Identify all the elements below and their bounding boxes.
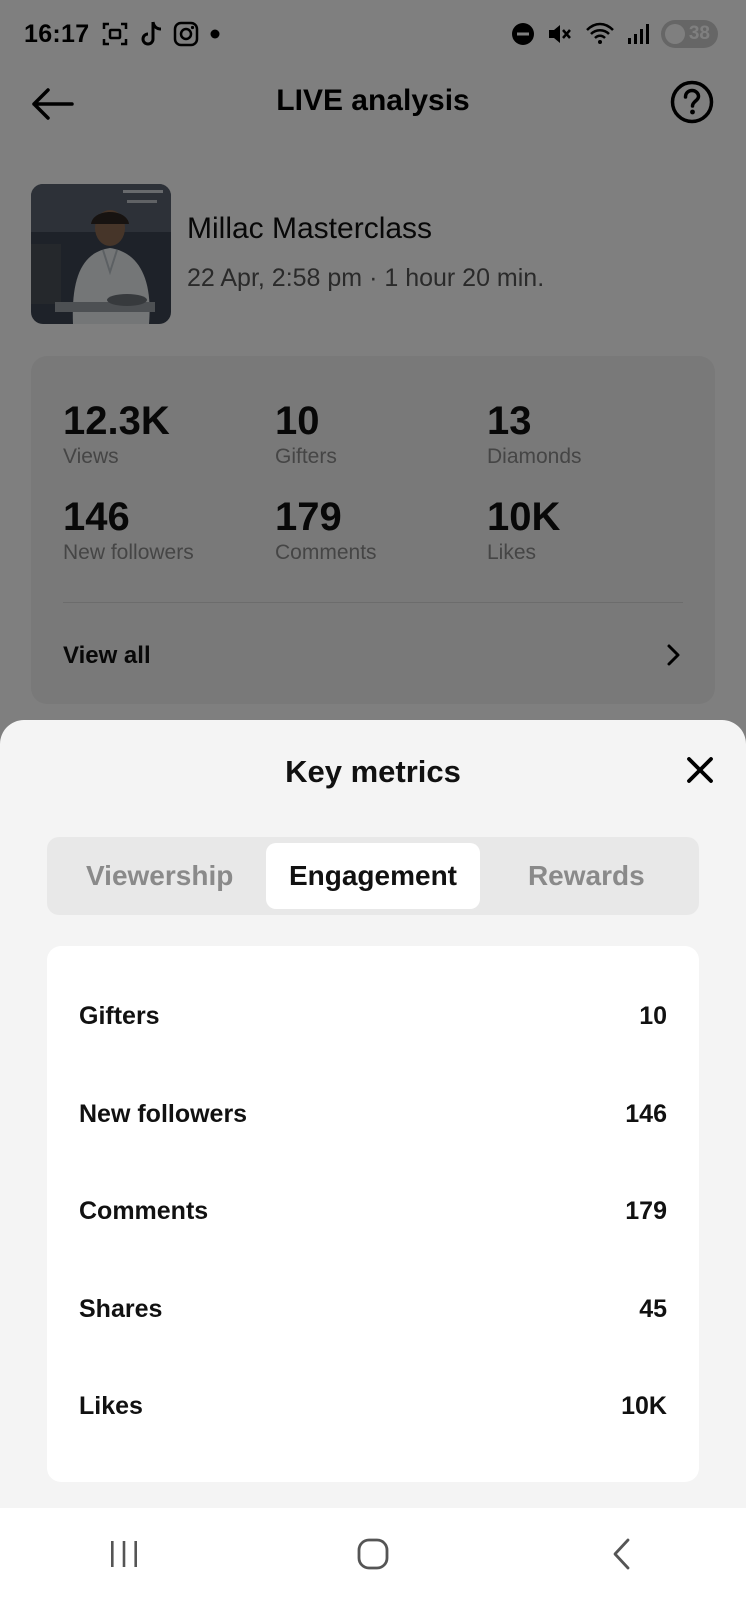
metric-value: 10 [639,1002,667,1031]
metric-value: 179 [625,1197,667,1226]
tab-rewards[interactable]: Rewards [480,843,693,909]
metric-label: New followers [79,1099,248,1128]
metric-label: Gifters [79,1002,160,1031]
close-icon [687,757,713,783]
close-button[interactable] [682,752,718,788]
system-nav-bar [0,1508,746,1600]
tab-engagement[interactable]: Engagement [266,843,480,909]
back-icon [613,1538,630,1570]
metric-row-new-followers: New followers 146 [79,1066,667,1164]
screen: 16:17 [0,0,746,1600]
metrics-tabs: Viewership Engagement Rewards [47,837,699,915]
metric-label: Likes [79,1392,143,1421]
metric-row-likes: Likes 10K [79,1358,667,1456]
engagement-metrics-list: Gifters 10 New followers 146 Comments 17… [47,946,699,1482]
metric-row-comments: Comments 179 [79,1163,667,1261]
metric-row-shares: Shares 45 [79,1261,667,1359]
tab-viewership[interactable]: Viewership [53,843,266,909]
key-metrics-sheet: Key metrics Viewership Engagement Reward… [0,720,746,1508]
metric-label: Shares [79,1294,163,1323]
metric-row-gifters: Gifters 10 [79,968,667,1066]
metric-value: 10K [621,1392,667,1421]
sheet-title: Key metrics [285,754,461,789]
metric-label: Comments [79,1197,209,1226]
recent-apps-button[interactable] [94,1524,154,1584]
recent-apps-icon [111,1541,138,1567]
home-button[interactable] [343,1524,403,1584]
home-icon [357,1538,389,1570]
metric-value: 45 [639,1294,667,1323]
metric-value: 146 [625,1099,667,1128]
system-back-button[interactable] [592,1524,652,1584]
